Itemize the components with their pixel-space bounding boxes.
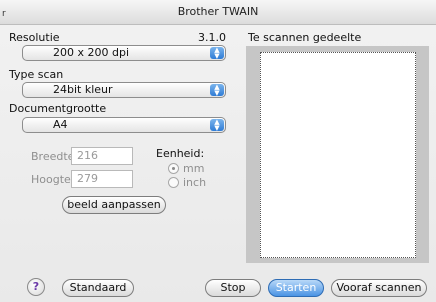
stop-button[interactable]: Stop	[205, 279, 261, 297]
scan-type-label: Type scan	[9, 68, 64, 81]
scan-area-selection[interactable]	[260, 52, 416, 258]
up-down-arrows-icon: ▲ ▼	[210, 119, 224, 132]
document-size-select[interactable]: A4 ▲ ▼	[22, 117, 226, 133]
unit-label: Eenheid:	[156, 147, 205, 160]
help-icon[interactable]: ?	[27, 278, 45, 296]
height-field[interactable]: 279	[71, 170, 133, 188]
scan-type-value: 24bit kleur	[53, 83, 113, 96]
document-size-label: Documentgrootte	[9, 102, 107, 115]
unit-mm-radio[interactable]	[168, 163, 179, 174]
up-down-arrows-icon: ▲ ▼	[210, 47, 224, 60]
document-size-value: A4	[53, 118, 68, 131]
unit-mm-label: mm	[183, 162, 205, 175]
resolution-value: 200 x 200 dpi	[53, 46, 130, 59]
unit-inch-radio[interactable]	[168, 177, 179, 188]
resolution-label: Resolutie	[9, 31, 60, 44]
resolution-select[interactable]: 200 x 200 dpi ▲ ▼	[22, 45, 226, 61]
height-label: Hoogte:	[31, 173, 75, 186]
scan-type-select[interactable]: 24bit kleur ▲ ▼	[22, 82, 226, 98]
width-field[interactable]: 216	[71, 147, 133, 165]
prescan-button[interactable]: Vooraf scannen	[331, 279, 427, 297]
up-down-arrows-icon: ▲ ▼	[210, 84, 224, 97]
unit-inch-label: inch	[183, 176, 207, 189]
twain-window: r Brother TWAIN Resolutie 3.1.0 200 x 20…	[0, 0, 436, 302]
adjust-image-button[interactable]: beeld aanpassen	[62, 196, 166, 214]
version-label: 3.1.0	[198, 31, 226, 44]
standard-button[interactable]: Standaard	[62, 279, 134, 297]
window-corner-mark: r	[2, 9, 6, 19]
window-title: Brother TWAIN	[177, 5, 259, 18]
start-button[interactable]: Starten	[268, 279, 324, 297]
preview-label: Te scannen gedeelte	[248, 31, 362, 44]
title-bar: r Brother TWAIN	[0, 0, 436, 25]
